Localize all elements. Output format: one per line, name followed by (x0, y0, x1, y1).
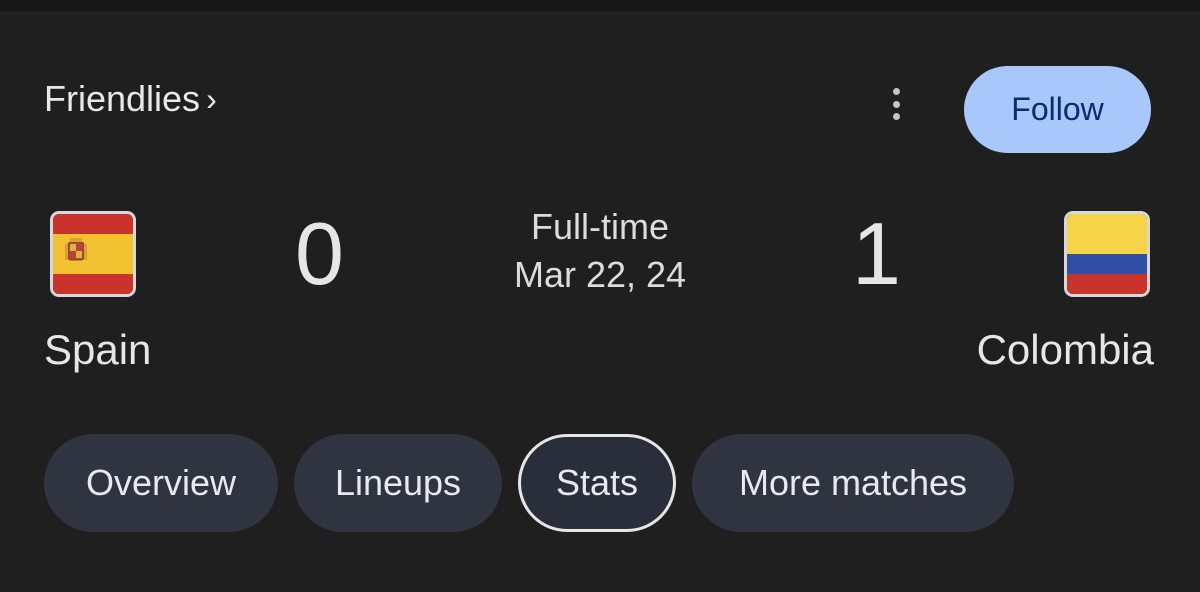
away-score: 1 (852, 204, 901, 303)
home-score: 0 (295, 204, 344, 303)
home-team-name[interactable]: Spain (44, 326, 151, 374)
chevron-right-icon: › (206, 80, 217, 117)
match-date: Mar 22, 24 (513, 254, 687, 295)
league-link[interactable]: Friendlies › (44, 78, 217, 120)
spain-flag-icon (50, 211, 136, 297)
tab-more-matches[interactable]: More matches (692, 434, 1014, 532)
away-team-name[interactable]: Colombia (977, 326, 1154, 374)
tab-stats[interactable]: Stats (518, 434, 676, 532)
tab-overview[interactable]: Overview (44, 434, 278, 532)
more-vert-icon[interactable] (880, 86, 912, 122)
top-divider (0, 0, 1200, 11)
match-status: Full-time (530, 206, 669, 247)
follow-button[interactable]: Follow (964, 66, 1151, 153)
tab-lineups[interactable]: Lineups (294, 434, 502, 532)
colombia-flag-icon (1064, 211, 1150, 297)
league-label: Friendlies (44, 78, 201, 119)
